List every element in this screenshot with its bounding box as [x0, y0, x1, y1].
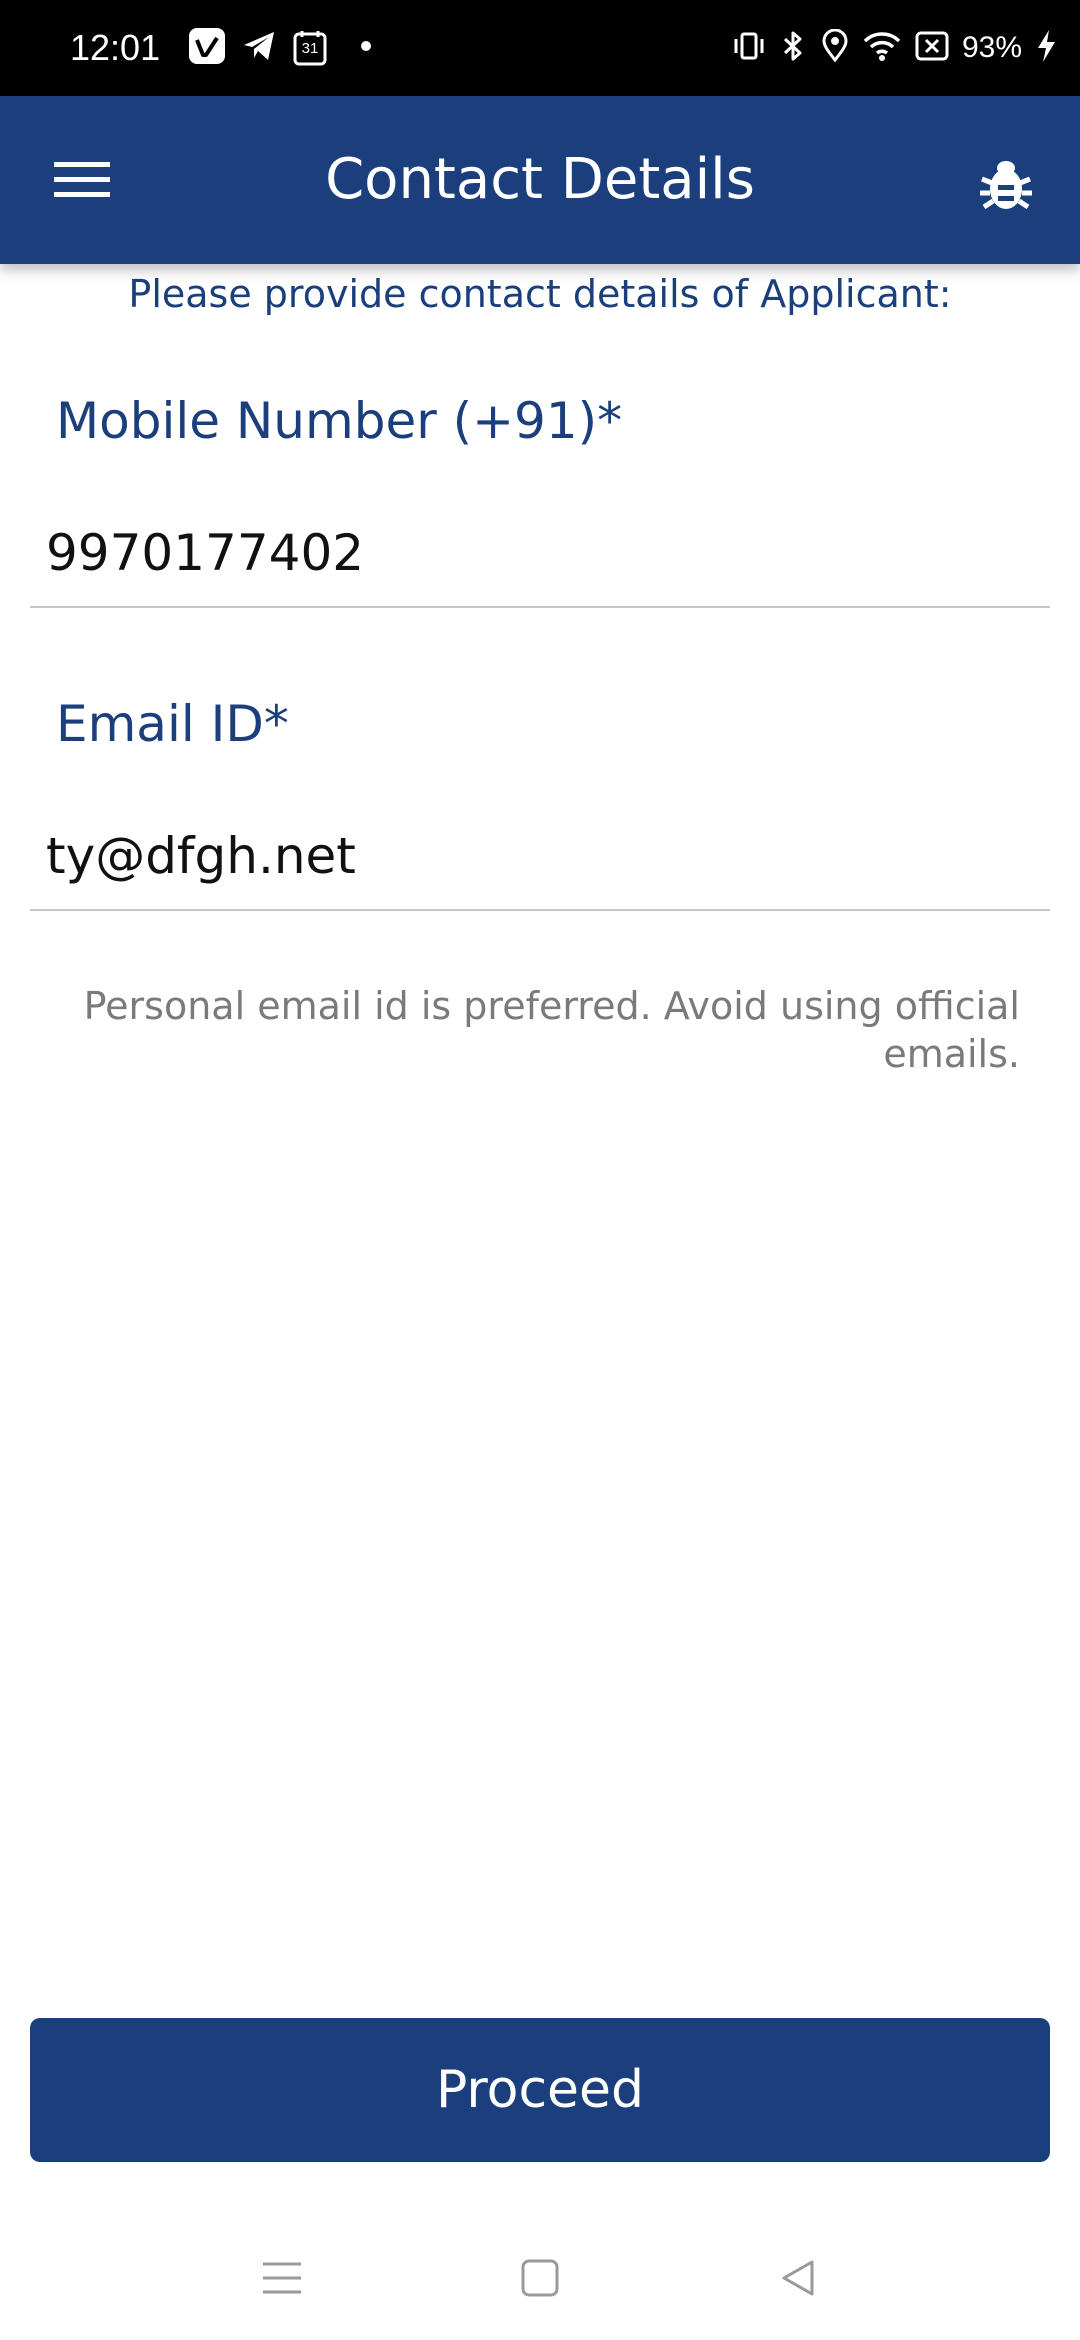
status-bar: 12:01 31 93%	[0, 0, 1080, 96]
hamburger-menu-button[interactable]	[42, 140, 122, 220]
email-id-label: Email ID*	[56, 695, 289, 753]
mobile-number-label: Mobile Number (+91)*	[56, 392, 623, 450]
proceed-button[interactable]: Proceed	[30, 2018, 1050, 2162]
vimeo-icon	[188, 27, 226, 69]
system-icons: 93%	[732, 26, 1058, 70]
system-nav-bar	[0, 2210, 1080, 2340]
page-title: Contact Details	[325, 147, 755, 212]
back-button[interactable]	[766, 2246, 830, 2310]
back-icon	[782, 2260, 814, 2296]
calendar-day: 31	[301, 40, 319, 57]
bluetooth-icon	[778, 29, 808, 67]
mobile-number-input[interactable]	[30, 500, 1050, 608]
bug-icon	[980, 161, 1032, 210]
charging-icon	[1034, 28, 1058, 68]
home-button[interactable]	[508, 2246, 572, 2310]
dot-icon	[342, 27, 382, 69]
bug-report-button[interactable]	[966, 144, 1046, 224]
battery-percent: 93%	[961, 31, 1022, 64]
vibrate-icon	[732, 29, 766, 67]
hamburger-menu-icon	[54, 162, 110, 197]
form-instructions: Please provide contact details of Applic…	[128, 272, 952, 316]
calendar-icon: 31	[292, 29, 328, 67]
telegram-icon	[240, 27, 278, 69]
app-bar: Contact Details	[0, 96, 1080, 264]
wifi-icon	[862, 29, 902, 67]
recent-apps-button[interactable]	[250, 2246, 314, 2310]
notification-icons: 31	[188, 26, 382, 70]
home-icon	[521, 2259, 559, 2297]
no-sim-icon	[914, 29, 950, 67]
location-icon	[820, 28, 850, 67]
email-id-input[interactable]	[30, 803, 1050, 911]
recent-apps-icon	[263, 2262, 301, 2294]
email-hint-text: Personal email id is preferred. Avoid us…	[83, 984, 1020, 1076]
status-time: 12:01	[70, 27, 161, 68]
